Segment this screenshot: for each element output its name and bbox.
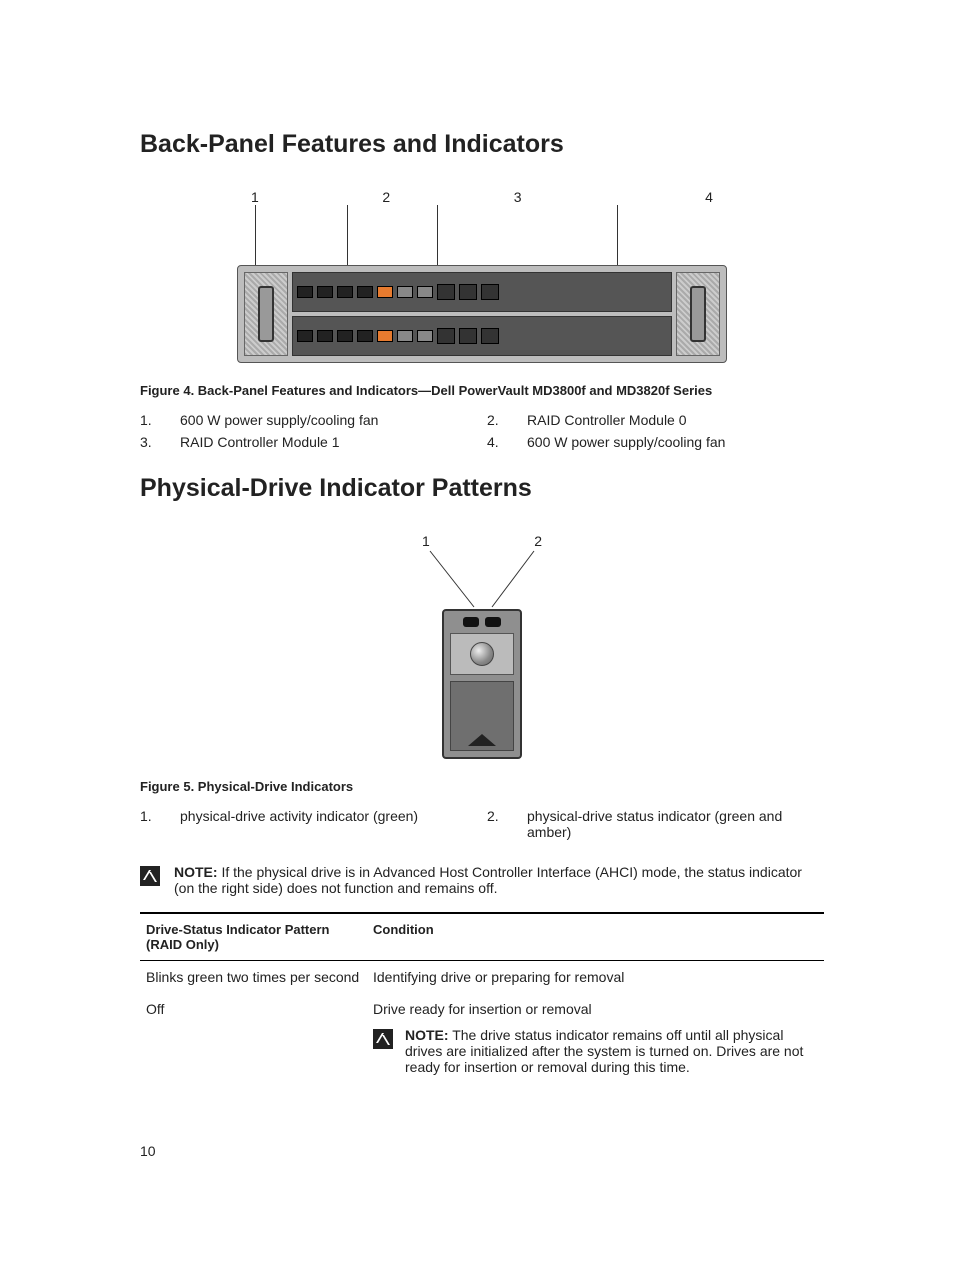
- note-label: NOTE:: [405, 1027, 449, 1043]
- cell-condition: Identifying drive or preparing for remov…: [367, 961, 824, 994]
- th-condition: Condition: [367, 913, 824, 961]
- controller-1-icon: [292, 316, 672, 356]
- figure4-callout-num-3: 3: [514, 189, 522, 205]
- cell-pattern: Off: [140, 993, 367, 1083]
- callout-text: physical-drive activity indicator (green…: [180, 808, 477, 840]
- callout-number: 1.: [140, 412, 170, 428]
- controller-0-icon: [292, 272, 672, 312]
- callout-text: RAID Controller Module 0: [527, 412, 824, 428]
- callout-number: 3.: [140, 434, 170, 450]
- psu-left-icon: [244, 272, 288, 356]
- figure-5-illustration: 1 2: [402, 533, 562, 759]
- cell-pattern: Blinks green two times per second: [140, 961, 367, 994]
- figure5-callout-num-1: 1: [422, 533, 430, 549]
- note-text: NOTE: The drive status indicator remains…: [405, 1027, 824, 1075]
- th-pattern: Drive-Status Indicator Pattern (RAID Onl…: [140, 913, 367, 961]
- callout-text: 600 W power supply/cooling fan: [527, 434, 824, 450]
- note-icon: [373, 1029, 393, 1049]
- table-row: Off Drive ready for insertion or removal…: [140, 993, 824, 1083]
- cell-condition-text: Drive ready for insertion or removal: [373, 1001, 824, 1017]
- note-drive-init: NOTE: The drive status indicator remains…: [373, 1027, 824, 1075]
- note-icon: [140, 866, 160, 886]
- note-body: If the physical drive is in Advanced Hos…: [174, 864, 802, 896]
- psu-right-icon: [676, 272, 720, 356]
- figure5-leader-lines: [402, 549, 562, 609]
- cell-condition: Drive ready for insertion or removal NOT…: [367, 993, 824, 1083]
- figure-5-caption: Figure 5. Physical-Drive Indicators: [140, 779, 824, 794]
- drive-carrier-icon: [450, 681, 514, 751]
- figure-4: 1 2 3 4: [140, 189, 824, 363]
- callout-text: RAID Controller Module 1: [180, 434, 477, 450]
- page-number: 10: [140, 1143, 824, 1159]
- figure-5: 1 2: [140, 533, 824, 759]
- figure4-callout-num-4: 4: [705, 189, 713, 205]
- status-led-icon: [485, 617, 501, 627]
- figure-4-caption: Figure 4. Back-Panel Features and Indica…: [140, 383, 824, 398]
- heading-physical-drive: Physical-Drive Indicator Patterns: [140, 474, 824, 503]
- drive-disk-icon: [450, 633, 514, 675]
- chassis-illustration: [237, 265, 727, 363]
- note-text: NOTE: If the physical drive is in Advanc…: [174, 864, 824, 896]
- heading-back-panel: Back-Panel Features and Indicators: [140, 130, 824, 159]
- callout-number: 2.: [487, 808, 517, 840]
- note-label: NOTE:: [174, 864, 218, 880]
- note-body: The drive status indicator remains off u…: [405, 1027, 803, 1075]
- callout-text: physical-drive status indicator (green a…: [527, 808, 824, 840]
- page: Back-Panel Features and Indicators 1 2 3…: [0, 0, 954, 1219]
- figure4-callout-num-2: 2: [382, 189, 390, 205]
- activity-led-icon: [463, 617, 479, 627]
- callout-number: 1.: [140, 808, 170, 840]
- drive-illustration: [442, 609, 522, 759]
- drive-status-table: Drive-Status Indicator Pattern (RAID Onl…: [140, 912, 824, 1083]
- table-row: Blinks green two times per second Identi…: [140, 961, 824, 994]
- figure5-callout-num-2: 2: [534, 533, 542, 549]
- callout-number: 4.: [487, 434, 517, 450]
- callout-text: 600 W power supply/cooling fan: [180, 412, 477, 428]
- figure4-callout-num-1: 1: [251, 189, 259, 205]
- callout-number: 2.: [487, 412, 517, 428]
- figure-4-illustration: 1 2 3 4: [237, 189, 727, 363]
- figure-5-callout-list: 1. physical-drive activity indicator (gr…: [140, 808, 824, 840]
- note-ahci: NOTE: If the physical drive is in Advanc…: [140, 864, 824, 896]
- figure-4-callout-list: 1. 600 W power supply/cooling fan 2. RAI…: [140, 412, 824, 450]
